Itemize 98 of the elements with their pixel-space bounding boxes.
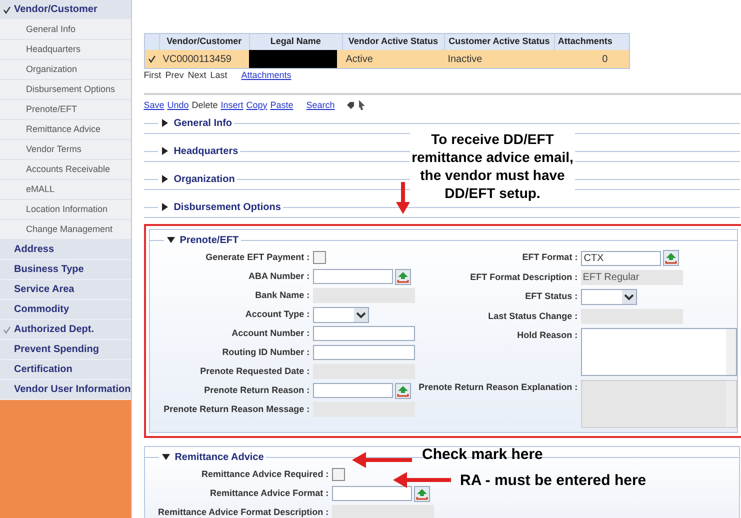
table-cell-text: Active: [344, 52, 374, 66]
sidebar-item[interactable]: Service Area: [0, 280, 131, 300]
field-label: Account Type :: [244, 308, 311, 321]
sidebar-item[interactable]: Address: [0, 240, 131, 260]
tag-icon[interactable]: [346, 100, 355, 110]
arrow-icon: [352, 452, 412, 468]
input-field[interactable]: [312, 269, 393, 284]
sidebar-subitem[interactable]: eMALL: [0, 180, 131, 200]
sidebar-subitem[interactable]: Prenote/EFT: [0, 100, 131, 120]
field-label: Remittance Advice Required :: [200, 468, 330, 481]
section-title[interactable]: General Info: [172, 116, 234, 130]
field-label: Last Status Change :: [487, 310, 579, 323]
input-field[interactable]: [312, 326, 415, 341]
section-title[interactable]: Headquarters: [172, 144, 240, 158]
input-field[interactable]: [312, 383, 393, 398]
caret-right-icon[interactable]: [160, 147, 169, 155]
table-cell-text: VC0000113459: [162, 52, 232, 66]
arrow-icon: [393, 472, 451, 488]
sidebar-subitem[interactable]: Headquarters: [0, 40, 131, 60]
pager-link[interactable]: Last: [210, 69, 228, 82]
table-row[interactable]: VC0000113459 Active Inactive 0: [144, 50, 629, 68]
table-cell-text: Inactive: [446, 52, 484, 66]
dropdown[interactable]: [312, 306, 369, 322]
sidebar-item[interactable]: Vendor/Customer: [0, 0, 131, 20]
field-label: Routing ID Number :: [221, 346, 311, 359]
toolbar-link[interactable]: Paste: [270, 98, 294, 112]
field-label: Prenote Return Reason Message :: [162, 402, 311, 416]
field-label: Bank Name :: [254, 288, 311, 302]
sidebar-item[interactable]: Certification: [0, 360, 131, 380]
caret-down-icon[interactable]: [166, 236, 175, 244]
sidebar-item[interactable]: Commodity: [0, 300, 131, 320]
lookup-button[interactable]: [662, 250, 679, 266]
sidebar-subitem[interactable]: Remittance Advice: [0, 120, 131, 140]
input-field[interactable]: [332, 486, 412, 501]
annotation-text: RA - must be entered here: [460, 471, 646, 491]
field-label: Account Number :: [230, 326, 311, 340]
table-cell-text: 0: [601, 52, 609, 66]
input-field[interactable]: CTX: [580, 250, 661, 266]
scrollbar[interactable]: [726, 381, 736, 427]
toolbar-link[interactable]: Save: [144, 98, 164, 112]
checkbox[interactable]: [332, 468, 345, 481]
annotation-text: Check mark here: [422, 445, 543, 465]
caret-down-icon[interactable]: [162, 453, 170, 461]
field-label: Generate EFT Payment :: [204, 250, 311, 264]
sidebar-item[interactable]: Business Type: [0, 260, 131, 280]
field-label: Remittance Advice Format Description :: [156, 506, 330, 518]
field-label: Prenote Requested Date :: [199, 364, 311, 378]
pager-link[interactable]: First: [144, 69, 162, 82]
dropdown[interactable]: [580, 289, 637, 305]
lookup-button[interactable]: [394, 268, 411, 284]
section-title[interactable]: Remittance Advice: [172, 450, 266, 464]
annotation-text: To receive DD/EFT remittance advice email, the vendor must have DD/EFT setup.: [410, 130, 575, 202]
sidebar-subitem[interactable]: Location Information: [0, 200, 131, 220]
field-label: Hold Reason :: [516, 329, 579, 342]
toolbar-link[interactable]: Undo: [167, 98, 189, 112]
toolbar-link[interactable]: Insert: [220, 98, 244, 112]
field-label: Remittance Advice Format :: [208, 486, 330, 500]
upload-icon: [416, 488, 428, 500]
input-field: EFT Regular: [580, 270, 683, 285]
field-label: EFT Format :: [521, 251, 579, 264]
field-label: Prenote Return Reason Explanation :: [418, 381, 579, 394]
chevron-down-icon: [354, 308, 368, 322]
caret-right-icon[interactable]: [160, 119, 169, 127]
cursor-icon[interactable]: [358, 100, 366, 110]
section-title[interactable]: Disbursement Options: [172, 200, 283, 214]
sidebar-subitem[interactable]: Vendor Terms: [0, 140, 131, 160]
field-label: EFT Format Description :: [469, 271, 579, 284]
toolbar-link[interactable]: Search: [306, 98, 335, 112]
field-label: EFT Status :: [524, 290, 579, 303]
pager-link[interactable]: Prev: [165, 69, 184, 82]
sidebar-item[interactable]: Prevent Spending: [0, 340, 131, 360]
sidebar-subitem[interactable]: General Info: [0, 20, 131, 40]
upload-icon: [664, 252, 677, 264]
caret-right-icon[interactable]: [160, 203, 169, 211]
lookup-button[interactable]: [414, 486, 430, 502]
arrow-icon: [396, 182, 410, 214]
sidebar-item[interactable]: Vendor User Information: [0, 380, 131, 400]
caret-right-icon[interactable]: [160, 175, 169, 183]
sidebar-subitem[interactable]: Accounts Receivable: [0, 160, 131, 180]
sidebar-subitem[interactable]: Disbursement Options: [0, 80, 131, 100]
lookup-button[interactable]: [394, 382, 411, 398]
toolbar-link[interactable]: Copy: [246, 98, 268, 112]
sidebar-subitem[interactable]: Change Management: [0, 220, 131, 240]
upload-icon: [396, 384, 409, 396]
chevron-down-icon: [622, 290, 636, 304]
sidebar-item[interactable]: Authorized Dept.: [0, 320, 131, 340]
scrollbar[interactable]: [726, 329, 736, 375]
attachments-link[interactable]: Attachments: [241, 69, 292, 82]
input-field[interactable]: [312, 345, 415, 360]
section-title[interactable]: Organization: [172, 172, 237, 186]
checkbox[interactable]: [312, 251, 326, 264]
section-title[interactable]: Prenote/EFT: [178, 232, 241, 248]
text-area[interactable]: [580, 328, 737, 376]
field-label: Prenote Return Reason :: [203, 384, 311, 397]
field-label: ABA Number :: [248, 270, 311, 283]
pager-link[interactable]: Next: [188, 69, 206, 82]
upload-icon: [396, 270, 409, 282]
sidebar-subitem[interactable]: Organization: [0, 60, 131, 80]
